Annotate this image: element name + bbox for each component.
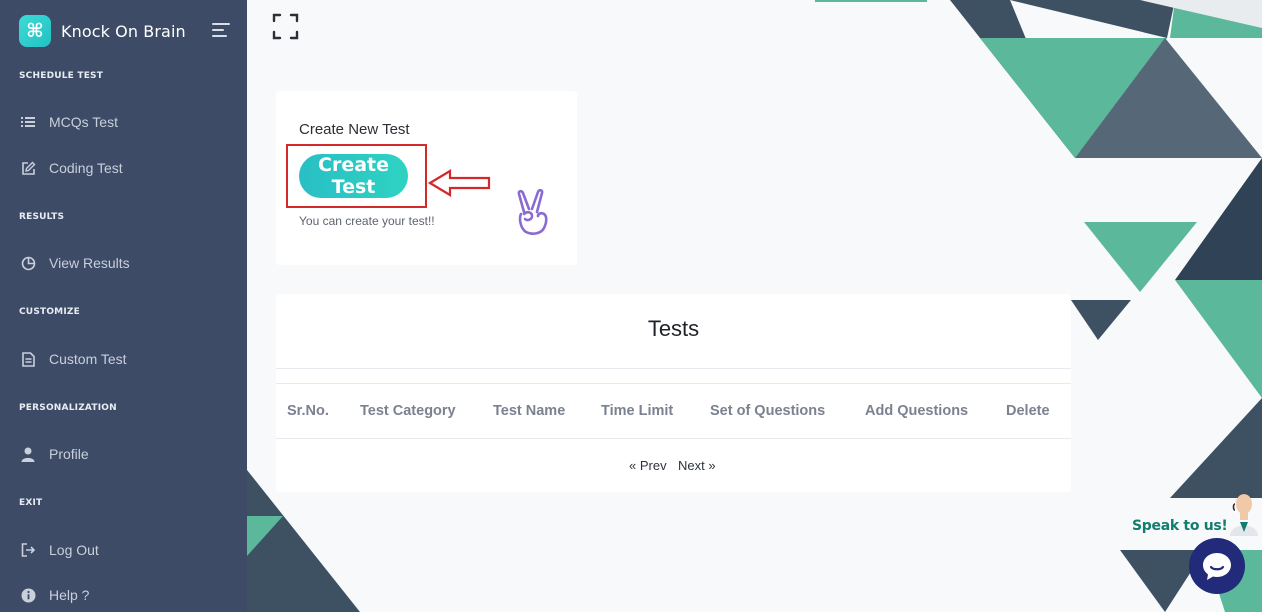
sidebar: ⌘ Knock On Brain SCHEDULE TEST MCQs Test… — [0, 0, 247, 612]
logout-icon — [19, 541, 37, 559]
column-header-test-name: Test Name — [493, 403, 566, 419]
info-icon — [19, 586, 37, 604]
sidebar-item-mcqs-test[interactable]: MCQs Test — [19, 111, 118, 133]
brand[interactable]: ⌘ Knock On Brain — [19, 15, 186, 47]
section-exit: EXIT — [19, 498, 43, 508]
peace-hand-icon — [514, 188, 552, 240]
chat-bubble-icon — [1203, 553, 1231, 580]
sidebar-item-profile[interactable]: Profile — [19, 443, 89, 465]
chat-launcher-button[interactable] — [1189, 538, 1245, 594]
edit-icon — [19, 159, 37, 177]
sidebar-item-label: Coding Test — [49, 160, 123, 176]
next-page-link[interactable]: Next » — [678, 458, 716, 473]
sidebar-item-label: Help ? — [49, 587, 90, 603]
sidebar-item-label: Profile — [49, 446, 89, 462]
column-header-time-limit: Time Limit — [601, 403, 674, 419]
left-arrow-icon — [427, 168, 492, 202]
column-header-sr-no: Sr.No. — [287, 403, 329, 419]
command-logo-icon: ⌘ — [19, 15, 51, 47]
document-icon — [19, 350, 37, 368]
section-personalization: PERSONALIZATION — [19, 403, 117, 413]
sidebar-item-view-results[interactable]: View Results — [19, 252, 130, 274]
sidebar-item-label: Log Out — [49, 542, 99, 558]
pie-chart-icon — [19, 254, 37, 272]
create-card-hint: You can create your test!! — [299, 214, 435, 228]
sidebar-item-label: MCQs Test — [49, 114, 118, 130]
create-card-title: Create New Test — [299, 121, 410, 138]
speak-to-us-label[interactable]: Speak to us! — [1132, 518, 1228, 534]
brand-name: Knock On Brain — [61, 21, 186, 41]
sidebar-item-log-out[interactable]: Log Out — [19, 539, 99, 561]
column-header-test-category: Test Category — [360, 403, 456, 419]
list-icon — [19, 113, 37, 131]
sidebar-item-coding-test[interactable]: Coding Test — [19, 157, 123, 179]
divider — [276, 368, 1071, 369]
menu-toggle-icon[interactable] — [212, 23, 230, 37]
create-test-card: Create New Test Create Test You can crea… — [276, 91, 577, 265]
prev-page-link[interactable]: « Prev — [629, 458, 667, 473]
create-test-button[interactable]: Create Test — [299, 154, 408, 198]
section-results: RESULTS — [19, 212, 65, 222]
sidebar-item-custom-test[interactable]: Custom Test — [19, 348, 127, 370]
column-header-set-of-questions: Set of Questions — [710, 403, 826, 419]
sidebar-item-label: Custom Test — [49, 351, 127, 367]
user-icon — [19, 445, 37, 463]
column-header-delete: Delete — [1006, 403, 1050, 419]
divider — [276, 383, 1071, 384]
tests-card: Tests Sr.No. Test Category Test Name Tim… — [276, 294, 1071, 492]
section-schedule-test: SCHEDULE TEST — [19, 71, 104, 81]
sidebar-item-label: View Results — [49, 255, 130, 271]
column-header-add-questions: Add Questions — [865, 403, 969, 419]
sidebar-item-help[interactable]: Help ? — [19, 584, 89, 606]
section-customize: CUSTOMIZE — [19, 307, 80, 317]
fullscreen-icon[interactable] — [272, 13, 299, 44]
tests-title: Tests — [647, 316, 700, 341]
support-agent-avatar[interactable] — [1226, 486, 1262, 540]
divider — [276, 438, 1071, 439]
